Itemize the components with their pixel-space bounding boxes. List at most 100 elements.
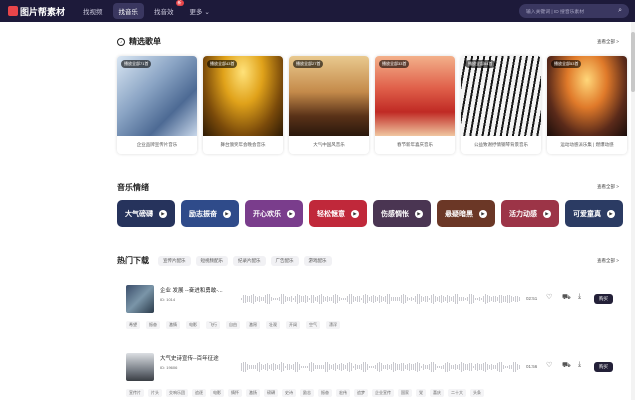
songlist-card[interactable]: 播放全部71首 企业品牌宣传片音乐 bbox=[117, 56, 197, 154]
download-icon[interactable]: ⤓ bbox=[578, 361, 581, 369]
nav-videos[interactable]: 找视频 bbox=[77, 3, 109, 19]
tag[interactable]: 宏伟 bbox=[336, 389, 350, 397]
play-icon[interactable]: ▶ bbox=[415, 209, 423, 218]
track-cover[interactable] bbox=[126, 285, 154, 313]
play-icon[interactable]: ▶ bbox=[543, 209, 551, 218]
waveform-bar bbox=[257, 297, 258, 301]
songlist-card[interactable]: 播放全部54首 公益致谢抒情钢琴背景音乐 bbox=[461, 56, 541, 154]
songlist-card[interactable]: 播放全部43首 舞台颁奖年会晚会音乐 bbox=[203, 56, 283, 154]
tag[interactable]: 激昂 bbox=[246, 321, 260, 329]
play-icon[interactable]: ▶ bbox=[607, 209, 615, 218]
download-icon[interactable]: ⤓ bbox=[578, 293, 581, 301]
category-chip[interactable]: 宣传片配乐 bbox=[158, 256, 191, 266]
cart-icon[interactable]: ⛟ bbox=[562, 361, 571, 370]
waveform-bar bbox=[381, 295, 382, 303]
track-title[interactable]: 企业 发展 --奋进和勇敢-... bbox=[160, 286, 223, 294]
play-all-tag[interactable]: 播放全部33首 bbox=[379, 60, 410, 68]
site-logo[interactable]: 图片帮素材 bbox=[8, 5, 65, 18]
category-chip[interactable]: 短视频配乐 bbox=[195, 256, 228, 266]
tag[interactable]: 电影 bbox=[210, 389, 224, 397]
tag[interactable]: 企业宣传 bbox=[372, 389, 394, 397]
heart-icon[interactable]: ♡ bbox=[546, 361, 552, 369]
tag[interactable]: 激扬 bbox=[246, 389, 260, 397]
songlist-card[interactable]: 播放全部33首 春节新年喜庆音乐 bbox=[375, 56, 455, 154]
hot-more-link[interactable]: 查看全部 > bbox=[597, 258, 619, 264]
waveform-bar bbox=[261, 297, 262, 301]
tag[interactable]: 漂浮 bbox=[326, 321, 340, 329]
tag[interactable]: 励志 bbox=[300, 389, 314, 397]
tag[interactable]: 飞行 bbox=[206, 321, 220, 329]
play-all-tag[interactable]: 播放全部27首 bbox=[293, 60, 324, 68]
songlist-more-link[interactable]: 查看全部 > bbox=[597, 39, 619, 45]
play-icon[interactable]: ▶ bbox=[351, 209, 359, 218]
search-input[interactable]: 输入关键词 | ID 搜音乐素材 ⌕ bbox=[519, 4, 629, 18]
mood-tile[interactable]: 轻松惬意 ▶ bbox=[309, 200, 367, 227]
track-cover[interactable] bbox=[126, 353, 154, 381]
tag[interactable]: 追梦 bbox=[354, 389, 368, 397]
play-all-tag[interactable]: 播放全部71首 bbox=[121, 60, 152, 68]
tag[interactable]: 情怀 bbox=[228, 389, 242, 397]
search-icon[interactable]: ⌕ bbox=[618, 7, 622, 15]
tag[interactable]: 宣传片 bbox=[126, 389, 144, 397]
category-chip[interactable]: 游戏配乐 bbox=[303, 256, 332, 266]
play-all-tag[interactable]: 播放全部53首 bbox=[551, 60, 582, 68]
heart-icon[interactable]: ♡ bbox=[546, 293, 552, 301]
mood-tile[interactable]: 励志振奋 ▶ bbox=[181, 200, 239, 227]
mood-tile[interactable]: 开心欢乐 ▶ bbox=[245, 200, 303, 227]
tag[interactable]: 交响乐团 bbox=[166, 389, 188, 397]
mood-tile[interactable]: 大气磅礴 ▶ bbox=[117, 200, 175, 227]
play-all-tag[interactable]: 播放全部43首 bbox=[207, 60, 238, 68]
mood-tile[interactable]: 悬疑暗黑 ▶ bbox=[437, 200, 495, 227]
tag[interactable]: 二十大 bbox=[448, 389, 466, 397]
mood-tile[interactable]: 活力动感 ▶ bbox=[501, 200, 559, 227]
tag[interactable]: 追逐 bbox=[192, 389, 206, 397]
waveform-bar bbox=[337, 365, 338, 369]
tag[interactable]: 史诗 bbox=[282, 389, 296, 397]
track-waveform[interactable] bbox=[241, 293, 520, 305]
nav-music[interactable]: 找音乐 bbox=[112, 3, 145, 19]
waveform-bar bbox=[433, 294, 434, 304]
nav-sound-effects[interactable]: 找音效新 bbox=[148, 0, 184, 19]
tag[interactable]: 壮观 bbox=[266, 321, 280, 329]
tag[interactable]: 喜庆 bbox=[430, 389, 444, 397]
buy-button[interactable]: 购买 bbox=[594, 294, 613, 304]
top-nav-bar: 图片帮素材 找视频 找音乐 找音效新 更多 ⌄ 输入关键词 | ID 搜音乐素材… bbox=[0, 0, 635, 22]
tag[interactable]: 激情 bbox=[166, 321, 180, 329]
play-all-tag[interactable]: 播放全部54首 bbox=[465, 60, 496, 68]
waveform-bar bbox=[243, 295, 244, 303]
waveform-bar bbox=[271, 364, 272, 370]
songlist-card[interactable]: 播放全部53首 运动动感派乐集 | 燃爆动感 bbox=[547, 56, 627, 154]
category-chip[interactable]: 纪录片配乐 bbox=[233, 256, 266, 266]
buy-button[interactable]: 购买 bbox=[594, 362, 613, 372]
scrollbar-thumb[interactable] bbox=[631, 32, 635, 92]
tag[interactable]: 开阔 bbox=[286, 321, 300, 329]
track-waveform[interactable] bbox=[241, 361, 520, 373]
waveform-bar bbox=[469, 294, 470, 304]
play-icon[interactable]: ▶ bbox=[287, 209, 295, 218]
mood-more-link[interactable]: 查看全部 > bbox=[597, 184, 619, 190]
play-icon[interactable]: ▶ bbox=[159, 209, 167, 218]
track-title[interactable]: 大气史诗宣传--百年征途 bbox=[160, 354, 219, 362]
category-chip[interactable]: 广告配乐 bbox=[270, 256, 299, 266]
tag[interactable]: 党 bbox=[416, 389, 426, 397]
tag[interactable]: 片头 bbox=[148, 389, 162, 397]
tag[interactable]: 电影 bbox=[186, 321, 200, 329]
waveform-bar bbox=[499, 294, 500, 304]
tag[interactable]: 国家 bbox=[398, 389, 412, 397]
page-scrollbar[interactable] bbox=[631, 22, 635, 400]
play-icon[interactable]: ▶ bbox=[223, 209, 231, 218]
waveform-bar bbox=[401, 363, 402, 371]
nav-more[interactable]: 更多 ⌄ bbox=[184, 3, 216, 19]
tag[interactable]: 空气 bbox=[306, 321, 320, 329]
cart-icon[interactable]: ⛟ bbox=[562, 293, 571, 302]
tag[interactable]: 振奋 bbox=[146, 321, 160, 329]
mood-tile[interactable]: 可爱童真 ▶ bbox=[565, 200, 623, 227]
tag[interactable]: 振奋 bbox=[318, 389, 332, 397]
songlist-card[interactable]: 播放全部27首 大气中国风音乐 bbox=[289, 56, 369, 154]
tag[interactable]: 希望 bbox=[126, 321, 140, 329]
play-icon[interactable]: ▶ bbox=[479, 209, 487, 218]
tag[interactable]: 头条 bbox=[470, 389, 484, 397]
mood-tile[interactable]: 伤感惆怅 ▶ bbox=[373, 200, 431, 227]
tag[interactable]: 磅礴 bbox=[264, 389, 278, 397]
tag[interactable]: 自由 bbox=[226, 321, 240, 329]
